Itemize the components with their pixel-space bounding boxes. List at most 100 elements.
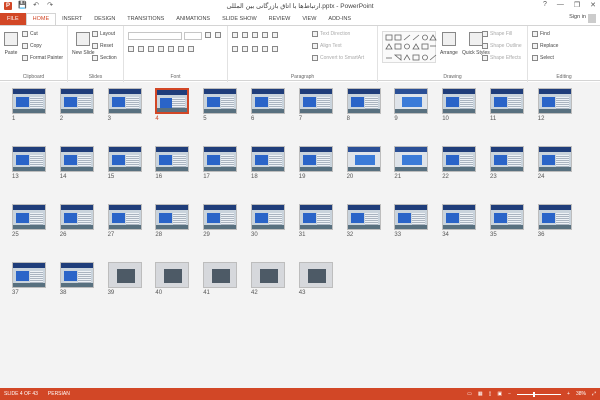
slide-preview[interactable] (537, 146, 572, 172)
slide-preview[interactable] (490, 146, 524, 172)
select-button[interactable]: Select (532, 55, 554, 61)
slide-thumbnail[interactable]: 17 (203, 146, 238, 180)
slide-preview[interactable] (346, 204, 381, 230)
close-button[interactable]: ✕ (590, 1, 596, 9)
slide-preview[interactable] (537, 204, 572, 230)
slide-preview[interactable] (155, 88, 190, 114)
shape-outline-button[interactable]: Shape Outline (482, 43, 522, 49)
zoom-slider[interactable] (517, 391, 562, 397)
shapes-gallery[interactable] (382, 31, 437, 63)
text-direction-button[interactable]: Text Direction (312, 31, 350, 37)
slide-thumbnail[interactable]: 12 (537, 88, 572, 122)
slide-thumbnail[interactable]: 31 (298, 204, 333, 238)
slide-preview[interactable] (394, 204, 429, 230)
zoom-slider-knob[interactable] (533, 391, 536, 397)
tab-animations[interactable]: ANIMATIONS (170, 13, 216, 25)
shape-effects-button[interactable]: Shape Effects (482, 55, 521, 61)
columns-icon[interactable] (272, 46, 278, 52)
slide-thumbnail[interactable]: 19 (298, 146, 333, 180)
avatar[interactable] (588, 14, 596, 23)
align-right-icon[interactable] (252, 46, 258, 52)
bullets-icon[interactable] (232, 32, 238, 38)
slide-preview[interactable] (12, 262, 46, 288)
decrease-indent-icon[interactable] (252, 32, 258, 38)
slide-thumbnail[interactable]: 37 (12, 262, 46, 296)
slide-preview[interactable] (490, 88, 524, 114)
slide-preview[interactable] (346, 146, 381, 172)
tab-transitions[interactable]: TRANSITIONS (121, 13, 170, 25)
slide-thumbnail[interactable]: 6 (251, 88, 285, 122)
italic-icon[interactable] (138, 46, 144, 52)
slide-thumbnail[interactable]: 29 (203, 204, 238, 238)
slide-preview[interactable] (12, 146, 46, 172)
slide-thumbnail[interactable]: 30 (251, 204, 285, 238)
underline-icon[interactable] (148, 46, 154, 52)
slide-thumbnail[interactable]: 38 (59, 262, 94, 296)
align-left-icon[interactable] (232, 46, 238, 52)
sign-in-link[interactable]: Sign in (569, 14, 586, 20)
slide-thumbnail[interactable]: 26 (59, 204, 94, 238)
bold-icon[interactable] (128, 46, 134, 52)
justify-icon[interactable] (262, 46, 268, 52)
slide-preview[interactable] (442, 204, 477, 230)
slide-preview[interactable] (442, 146, 477, 172)
tab-add-ins[interactable]: ADD-INS (322, 13, 357, 25)
line-spacing-icon[interactable] (272, 32, 278, 38)
slide-thumbnail[interactable]: 21 (394, 146, 429, 180)
slide-thumbnail[interactable]: 40 (155, 262, 190, 296)
slide-thumbnail[interactable]: 7 (298, 88, 333, 122)
slide-thumbnail[interactable]: 8 (346, 88, 381, 122)
slide-preview[interactable] (298, 88, 333, 114)
shrink-font-button[interactable] (215, 32, 221, 38)
increase-indent-icon[interactable] (262, 32, 268, 38)
slide-thumbnail[interactable]: 9 (394, 88, 429, 122)
slide-thumbnail[interactable]: 27 (107, 204, 142, 238)
slide-preview[interactable] (442, 88, 477, 114)
reading-view-icon[interactable]: ▯ (489, 391, 492, 397)
slide-preview[interactable] (107, 88, 142, 114)
slide-preview[interactable] (203, 262, 238, 288)
font-name-select[interactable] (128, 32, 182, 40)
slide-preview[interactable] (490, 204, 524, 230)
slide-preview[interactable] (298, 146, 333, 172)
slide-thumbnail[interactable]: 18 (251, 146, 285, 180)
zoom-in-button[interactable]: + (567, 391, 570, 397)
slide-preview[interactable] (59, 262, 94, 288)
slide-preview[interactable] (107, 262, 142, 288)
shape-fill-button[interactable]: Shape Fill (482, 31, 512, 37)
arrange-button[interactable]: Arrange (440, 32, 458, 56)
section-button[interactable]: Section (92, 55, 117, 61)
slide-thumbnail[interactable]: 3 (107, 88, 142, 122)
slide-thumbnail[interactable]: 32 (346, 204, 381, 238)
slide-thumbnail[interactable]: 35 (490, 204, 524, 238)
slide-thumbnail[interactable]: 23 (490, 146, 524, 180)
slide-thumbnail[interactable]: 43 (298, 262, 333, 296)
align-center-icon[interactable] (242, 46, 248, 52)
grow-font-button[interactable] (205, 32, 211, 38)
slide-preview[interactable] (251, 146, 285, 172)
slide-preview[interactable] (59, 88, 94, 114)
tab-review[interactable]: REVIEW (263, 13, 297, 25)
find-button[interactable]: Find (532, 31, 550, 37)
slide-preview[interactable] (394, 88, 429, 114)
slide-thumbnail[interactable]: 39 (107, 262, 142, 296)
tab-view[interactable]: VIEW (296, 13, 322, 25)
slide-preview[interactable] (203, 88, 238, 114)
slide-thumbnail[interactable]: 33 (394, 204, 429, 238)
minimize-button[interactable]: — (557, 1, 564, 9)
slide-thumbnail[interactable]: 20 (346, 146, 381, 180)
slide-thumbnail[interactable]: 11 (490, 88, 524, 122)
slideshow-view-icon[interactable]: ▣ (497, 391, 502, 397)
slide-preview[interactable] (394, 146, 429, 172)
help-button[interactable]: ? (543, 1, 547, 9)
slide-thumbnail[interactable]: 10 (442, 88, 477, 122)
sorter-view-icon[interactable]: ▦ (478, 391, 483, 397)
slide-preview[interactable] (155, 204, 190, 230)
align-text-button[interactable]: Align Text (312, 43, 342, 49)
slide-thumbnail[interactable]: 4 (155, 88, 190, 122)
fit-to-window-icon[interactable]: ⤢ (592, 391, 596, 397)
slide-preview[interactable] (251, 88, 285, 114)
slide-sorter[interactable]: 1 2 3 4 5 6 7 8 9 10 11 12 13 14 15 16 17 18 19 20 21 22 23 24 2… (0, 82, 600, 388)
font-color-icon[interactable] (188, 46, 194, 52)
slide-preview[interactable] (107, 204, 142, 230)
